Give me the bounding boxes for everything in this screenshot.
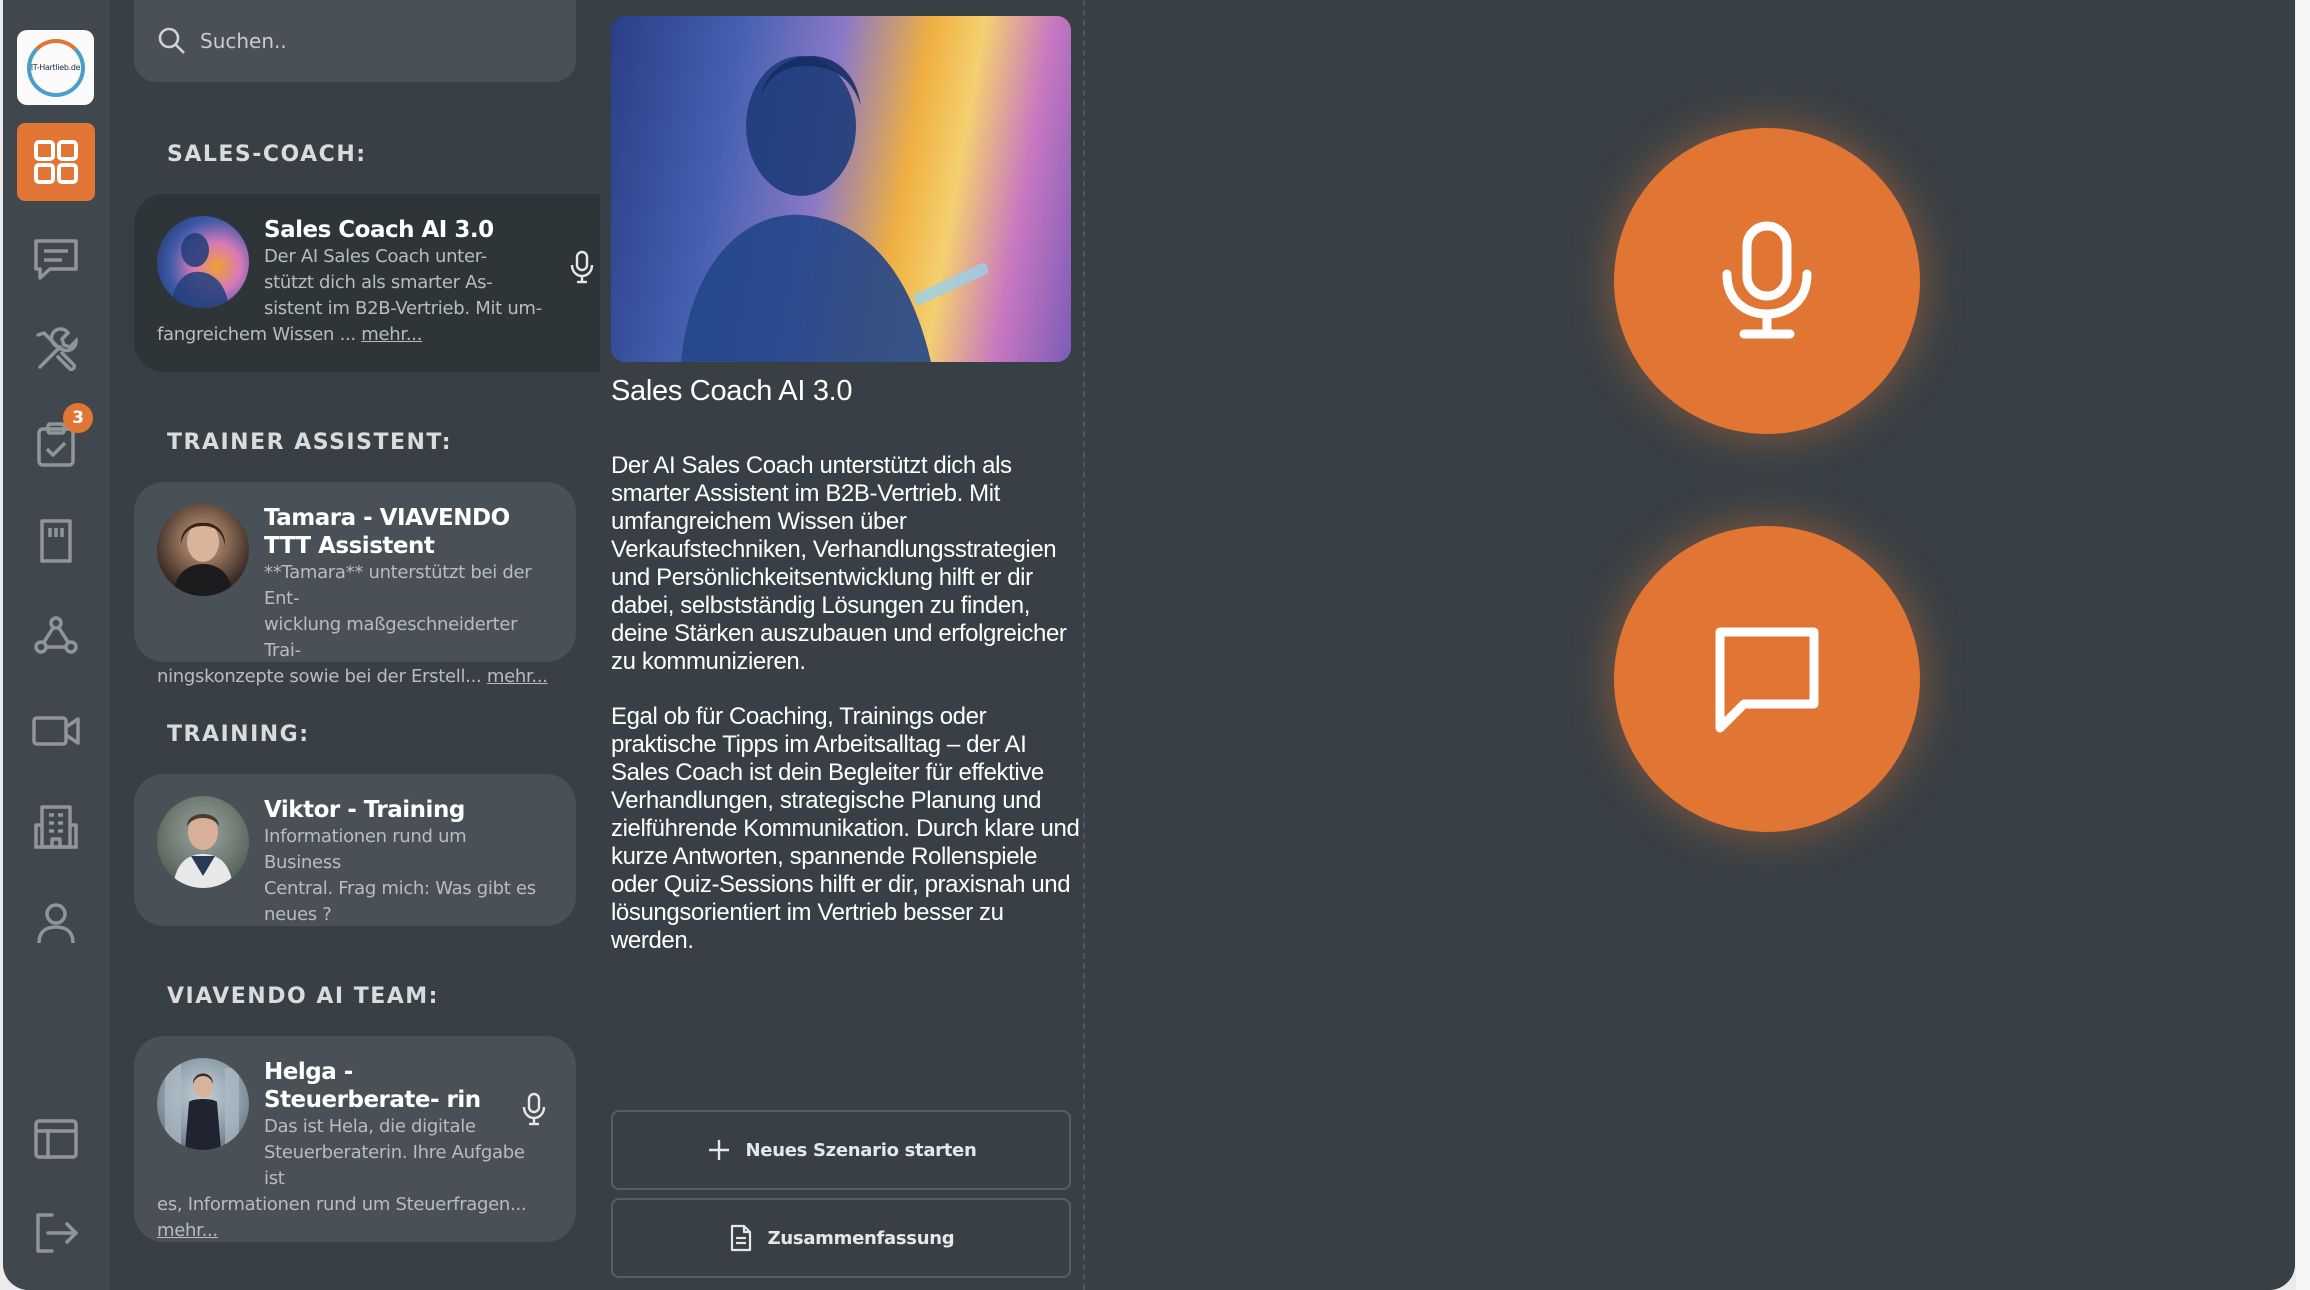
microphone-icon (1722, 221, 1812, 339)
rail-dashboard[interactable] (17, 123, 95, 201)
rail-profile[interactable] (17, 884, 95, 962)
detail-description-1: Der AI Sales Coach unterstützt dich als … (611, 452, 1067, 675)
video-camera-icon (32, 716, 80, 746)
assistant-card-viktor[interactable]: Viktor - Training Informationen rund um … (134, 774, 576, 926)
user-icon (37, 903, 75, 944)
section-viavendo-ai-team: VIAVENDO AI TEAM: (167, 984, 439, 1009)
more-link[interactable]: mehr... (157, 1220, 218, 1241)
card-title: Helga - Steuerberate- rin (264, 1059, 481, 1113)
assistant-card-tamara[interactable]: Tamara - VIAVENDO TTT Assistent **Tamara… (134, 482, 576, 687)
rail-tools[interactable] (17, 312, 95, 390)
search-input[interactable] (200, 29, 560, 53)
card-description: **Tamara** unterstützt bei der Ent- wick… (157, 562, 548, 687)
logo-text: IT-Hartlieb.de (30, 63, 81, 72)
network-icon (34, 616, 78, 654)
chat-lines-icon (34, 239, 78, 280)
assistant-card-helga[interactable]: Helga - Steuerberate- rin Das ist Hela, … (134, 1036, 576, 1242)
document-icon (730, 1224, 751, 1252)
assistant-detail: Sales Coach AI 3.0 Der AI Sales Coach un… (600, 0, 1085, 1290)
text-chat-button[interactable] (1614, 526, 1920, 832)
card-title: Sales Coach AI 3.0 (264, 217, 494, 243)
sd-card-icon (40, 519, 72, 563)
grid-icon (34, 140, 78, 184)
rail-storage[interactable] (17, 502, 95, 580)
voice-chat-button[interactable] (1614, 128, 1920, 434)
rail-layout[interactable] (17, 1100, 95, 1178)
rail-company[interactable] (17, 788, 95, 866)
card-description: Informationen rund um Business Central. … (264, 826, 536, 925)
section-sales-coach: SALES-COACH: (167, 142, 367, 167)
search-bar[interactable] (134, 0, 576, 82)
company-logo[interactable]: IT-Hartlieb.de (17, 30, 94, 105)
logo-ring: IT-Hartlieb.de (26, 38, 85, 97)
assistant-list: SALES-COACH: Sales Coach AI 3.0 Der AI S… (110, 0, 624, 1290)
app-window: IT-Hartlieb.de 3 Suchen.. SALES-COACH: S… (3, 0, 2295, 1290)
rail-tasks[interactable]: 3 (17, 403, 95, 484)
logout-icon (36, 1213, 78, 1253)
section-trainer-assistent: TRAINER ASSISTENT: (167, 430, 453, 455)
card-title: Viktor - Training (264, 797, 465, 823)
rail-logout[interactable] (17, 1194, 95, 1272)
interaction-stage (1087, 0, 2295, 1290)
tasks-badge: 3 (63, 403, 93, 433)
summary-button[interactable]: Zusammenfassung (611, 1198, 1071, 1278)
new-scenario-label: Neues Szenario starten (745, 1139, 977, 1161)
icon-rail: IT-Hartlieb.de 3 (3, 0, 110, 1290)
assistant-card-sales-coach[interactable]: Sales Coach AI 3.0 Der AI Sales Coach un… (134, 194, 624, 372)
rail-chats[interactable] (17, 220, 95, 298)
layout-icon (34, 1119, 78, 1159)
section-training: TRAINING: (167, 722, 310, 747)
tools-icon (36, 327, 78, 372)
hero-image (611, 16, 1071, 362)
rail-network[interactable] (17, 596, 95, 674)
card-title: Tamara - VIAVENDO TTT Assistent (264, 505, 510, 559)
scrollbar[interactable] (2296, 0, 2310, 1290)
card-description: Das ist Hela, die digitale Steuerberater… (157, 1116, 527, 1241)
new-scenario-button[interactable]: Neues Szenario starten (611, 1110, 1071, 1190)
chat-bubble-icon (1715, 627, 1819, 733)
more-link[interactable]: mehr... (361, 324, 422, 345)
building-icon (34, 805, 78, 849)
plus-icon (708, 1140, 729, 1160)
search-icon (158, 27, 185, 54)
summary-label: Zusammenfassung (767, 1227, 955, 1249)
rail-video[interactable] (17, 692, 95, 770)
detail-description-2: Egal ob für Coaching, Trainings oder pra… (611, 703, 1080, 954)
more-link[interactable]: mehr... (487, 666, 548, 687)
detail-title: Sales Coach AI 3.0 (611, 375, 853, 407)
card-description: Der AI Sales Coach unter- stützt dich al… (157, 246, 542, 345)
